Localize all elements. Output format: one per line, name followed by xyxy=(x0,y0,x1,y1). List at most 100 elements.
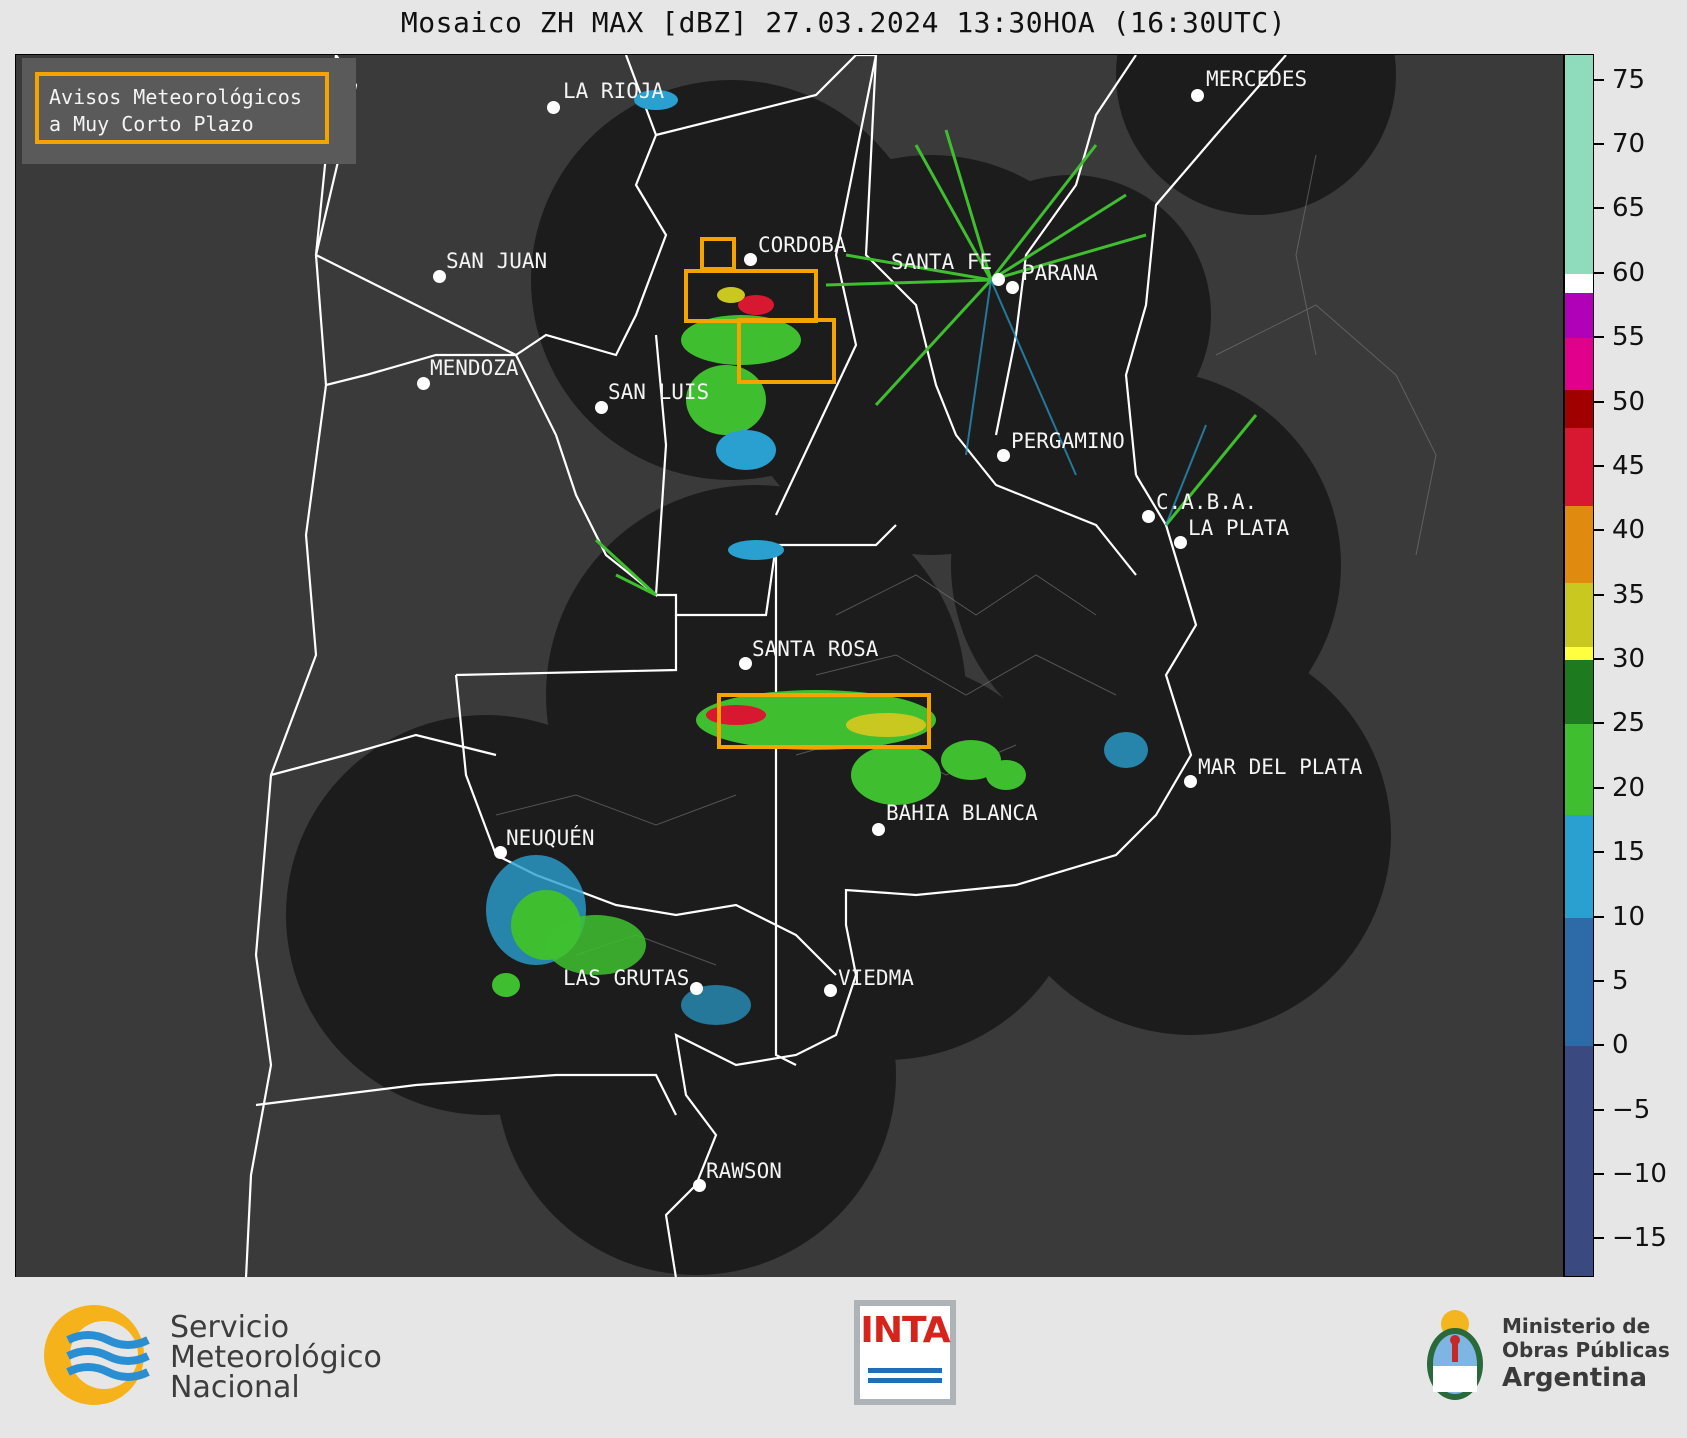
city-dot-mar-del-plata xyxy=(1184,775,1197,788)
city-label-san-luis: SAN LUIS xyxy=(608,380,710,404)
colorbar-tick-label: 5 xyxy=(1612,965,1629,996)
city-dot-san-juan xyxy=(433,270,446,283)
city-label-las-grutas: LAS GRUTAS xyxy=(563,966,690,990)
city-label-mendoza: MENDOZA xyxy=(430,356,519,380)
smn-line-2: Meteorológico xyxy=(170,1340,382,1375)
colorbar-tick-label: 35 xyxy=(1612,579,1646,610)
colorbar-tick-label: 75 xyxy=(1612,64,1646,95)
legend-line-1: Avisos Meteorológicos xyxy=(49,85,302,109)
city-label-la-rioja: LA RIOJA xyxy=(563,79,665,103)
city-label-viedma: VIEDMA xyxy=(838,966,914,990)
colorbar-segment xyxy=(1565,917,1593,1047)
colorbar-tick-mark xyxy=(1594,786,1604,789)
colorbar-segment xyxy=(1565,428,1593,506)
colorbar-segment xyxy=(1565,389,1593,429)
colorbar-tick-label: 30 xyxy=(1612,644,1646,675)
city-label-bahia-blanca: BAHIA BLANCA xyxy=(886,801,1038,825)
city-dot-mendoza xyxy=(417,377,430,390)
colorbar-segment xyxy=(1565,338,1593,390)
warnings-legend-frame: Avisos Meteorológicos a Muy Corto Plazo xyxy=(35,72,329,144)
colorbar-tick-label: −5 xyxy=(1612,1094,1651,1125)
colorbar-tick-mark xyxy=(1594,979,1604,982)
colorbar-tick-label: 45 xyxy=(1612,450,1646,481)
city-label-rawson: RAWSON xyxy=(706,1159,782,1183)
colorbar-segment xyxy=(1565,660,1593,725)
colorbar-segment xyxy=(1565,293,1593,339)
colorbar-tick-label: −15 xyxy=(1612,1223,1667,1254)
city-label-san-juan: SAN JUAN xyxy=(446,249,548,273)
city-dot-rawson xyxy=(693,1179,706,1192)
colorbar-tick-label: 60 xyxy=(1612,257,1646,288)
city-label-santa-rosa: SANTA ROSA xyxy=(752,637,879,661)
city-label-santa-fe: SANTA FE xyxy=(891,250,993,274)
colorbar-tick-mark xyxy=(1594,529,1604,532)
ministry-name: Ministerio de Obras Públicas Argentina xyxy=(1502,1314,1670,1394)
city-dot-pergamino xyxy=(997,449,1010,462)
city-dot-viedma xyxy=(824,984,837,997)
dbz-colorbar xyxy=(1564,54,1594,1277)
colorbar-tick-mark xyxy=(1594,915,1604,918)
city-dot-santa-rosa xyxy=(739,657,752,670)
colorbar-tick-label: 40 xyxy=(1612,515,1646,546)
city-dot-parana xyxy=(1006,281,1019,294)
colorbar-tick-mark xyxy=(1594,1108,1604,1111)
ministry-line-3: Argentina xyxy=(1502,1363,1648,1393)
city-dot-la-rioja xyxy=(547,101,560,114)
ministry-line-2: Obras Públicas xyxy=(1502,1338,1670,1362)
inta-logo: INTA xyxy=(854,1300,956,1405)
colorbar-segment xyxy=(1565,647,1593,661)
city-label-neuquen: NEUQUÉN xyxy=(506,826,595,850)
colorbar-tick-mark xyxy=(1594,593,1604,596)
colorbar-tick-label: 55 xyxy=(1612,322,1646,353)
smn-line-3: Nacional xyxy=(170,1370,300,1405)
smn-logo-icon xyxy=(44,1305,150,1405)
city-dot-las-grutas xyxy=(690,982,703,995)
city-dot-caba xyxy=(1142,510,1155,523)
city-dot-santa-fe xyxy=(992,273,1005,286)
colorbar-segment xyxy=(1565,1046,1593,1276)
colorbar-segment xyxy=(1565,505,1593,583)
colorbar-tick-mark xyxy=(1594,400,1604,403)
colorbar-segment xyxy=(1565,814,1593,918)
colorbar-tick-mark xyxy=(1594,722,1604,725)
colorbar-segment xyxy=(1565,273,1593,294)
city-label-caba: C.A.B.A. xyxy=(1156,490,1258,514)
city-label-pergamino: PERGAMINO xyxy=(1011,429,1125,453)
city-dot-bahia-blanca xyxy=(872,823,885,836)
colorbar-tick-mark xyxy=(1594,464,1604,467)
map-title: Mosaico ZH MAX [dBZ] 27.03.2024 13:30HOA… xyxy=(400,6,1287,39)
smn-line-1: Servicio xyxy=(170,1310,290,1345)
city-dot-mercedes xyxy=(1191,89,1204,102)
argentina-coat-of-arms-icon xyxy=(1427,1310,1483,1400)
colorbar-tick-mark xyxy=(1594,143,1604,146)
colorbar-tick-label: 20 xyxy=(1612,772,1646,803)
colorbar-tick-label: 65 xyxy=(1612,193,1646,224)
city-dot-la-plata xyxy=(1174,536,1187,549)
colorbar-tick-mark xyxy=(1594,271,1604,274)
colorbar-tick-mark xyxy=(1594,207,1604,210)
city-dot-san-luis xyxy=(595,401,608,414)
colorbar-tick-mark xyxy=(1594,1044,1604,1047)
colorbar-tick-label: 15 xyxy=(1612,837,1646,868)
city-label-cordoba: CORDOBA xyxy=(758,233,847,257)
warnings-legend: Avisos Meteorológicos a Muy Corto Plazo xyxy=(22,58,356,164)
city-dot-cordoba xyxy=(744,253,757,266)
colorbar-tick-mark xyxy=(1594,851,1604,854)
colorbar-tick-label: −10 xyxy=(1612,1159,1667,1189)
city-label-la-plata: LA PLATA xyxy=(1188,516,1290,540)
inta-logo-text: INTA xyxy=(860,1310,950,1351)
colorbar-segment xyxy=(1565,582,1593,648)
colorbar-tick-mark xyxy=(1594,78,1604,81)
city-label-mercedes: MERCEDES xyxy=(1206,67,1308,91)
colorbar-tick-label: 10 xyxy=(1612,901,1646,932)
colorbar-tick-mark xyxy=(1594,1237,1604,1240)
ministry-line-1: Ministerio de xyxy=(1502,1314,1651,1338)
smn-name: Servicio Meteorológico Nacional xyxy=(170,1313,382,1403)
colorbar-tick-label: 50 xyxy=(1612,386,1646,417)
colorbar-segment xyxy=(1565,55,1593,274)
city-label-parana: PARANA xyxy=(1022,261,1098,285)
colorbar-tick-mark xyxy=(1594,336,1604,339)
colorbar-tick-label: 70 xyxy=(1612,129,1646,160)
colorbar-tick-mark xyxy=(1594,658,1604,661)
radar-map[interactable]: LA RIOJA MERCEDES CORDOBA SAN JUAN SANTA… xyxy=(15,54,1564,1279)
